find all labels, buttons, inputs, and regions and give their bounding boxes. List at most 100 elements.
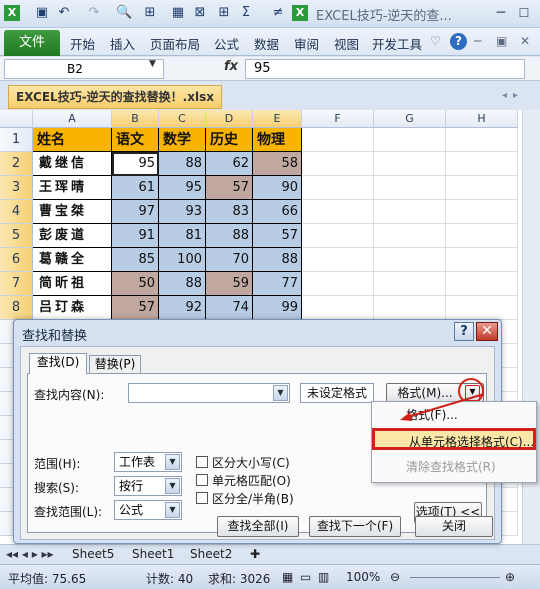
sheet-tab[interactable]: Sheet5 — [72, 546, 114, 563]
tab-find[interactable]: 查找(D) — [29, 353, 87, 374]
grid-cell[interactable] — [302, 176, 374, 200]
grid-cell[interactable] — [446, 176, 518, 200]
sort-icon[interactable]: ≠ — [270, 5, 286, 21]
sheet-nav-arrows-icon[interactable]: ◂◂ ◂ ▸ ▸▸ — [6, 546, 54, 563]
name-box[interactable]: B2 — [4, 59, 164, 79]
look-in-select[interactable]: 公式 ▼ — [114, 500, 182, 520]
grid-cell[interactable] — [374, 200, 446, 224]
table-cell[interactable]: 66 — [253, 200, 302, 224]
table-cell[interactable]: 83 — [206, 200, 253, 224]
grid-cell[interactable] — [446, 272, 518, 296]
zoom-level[interactable]: 100% — [346, 570, 380, 584]
column-header[interactable]: H — [446, 110, 518, 128]
grid-cell[interactable] — [446, 296, 518, 320]
chevron-down-icon[interactable]: ▼ — [273, 385, 288, 401]
table-cell[interactable]: 100 — [159, 248, 206, 272]
chevron-down-icon[interactable]: ▼ — [165, 478, 180, 494]
row-header[interactable]: 3 — [0, 176, 33, 200]
grid-cell[interactable] — [446, 200, 518, 224]
column-header[interactable]: B — [112, 110, 159, 128]
find-all-button[interactable]: 查找全部(I) — [217, 516, 299, 537]
fill-icon[interactable]: ⊠ — [192, 5, 208, 21]
tab-formulas[interactable]: 公式 — [214, 34, 239, 53]
table-cell[interactable]: 90 — [253, 176, 302, 200]
grid-cell[interactable] — [302, 200, 374, 224]
column-header[interactable]: A — [33, 110, 112, 128]
tab-home[interactable]: 开始 — [70, 34, 95, 53]
grid-cell[interactable] — [374, 248, 446, 272]
table-cell[interactable]: 戴继信 — [33, 152, 112, 176]
table-header-cell[interactable]: 语文 — [112, 128, 159, 152]
row-header[interactable]: 4 — [0, 200, 33, 224]
undo-icon[interactable]: ↶ — [56, 5, 72, 21]
table-cell[interactable]: 曹宝桀 — [33, 200, 112, 224]
column-header[interactable]: C — [159, 110, 206, 128]
table-cell[interactable]: 61 — [112, 176, 159, 200]
table-cell[interactable]: 88 — [159, 152, 206, 176]
table-cell[interactable]: 88 — [159, 272, 206, 296]
grid-cell[interactable] — [446, 128, 518, 152]
table-header-cell[interactable]: 历史 — [206, 128, 253, 152]
table-header-cell[interactable]: 姓名 — [33, 128, 112, 152]
formula-input[interactable]: 95 — [245, 59, 525, 79]
maximize-icon[interactable]: ☐ — [515, 4, 533, 22]
scope-select[interactable]: 工作表 ▼ — [114, 452, 182, 472]
column-header[interactable]: F — [302, 110, 374, 128]
tab-replace[interactable]: 替换(P) — [89, 355, 141, 373]
table-cell[interactable]: 57 — [206, 176, 253, 200]
page-break-view-icon[interactable]: ▥ — [318, 570, 329, 584]
sheet-tab[interactable]: Sheet1 — [132, 546, 174, 563]
chevron-down-icon[interactable]: ▼ — [165, 502, 180, 518]
print-preview-icon[interactable]: 🔍 — [116, 5, 132, 21]
zoom-out-icon[interactable]: ⊖ — [390, 570, 400, 584]
grid-cell[interactable] — [374, 128, 446, 152]
table-cell[interactable]: 吕玎森 — [33, 296, 112, 320]
workbook-tab[interactable]: EXCEL技巧-逆天的查找替换！.xlsx — [8, 85, 222, 109]
table-cell[interactable]: 简昕祖 — [33, 272, 112, 296]
calculator-icon[interactable]: ▦ — [170, 5, 186, 21]
chevron-down-icon[interactable]: ▼ — [149, 59, 156, 69]
match-case-checkbox[interactable] — [196, 456, 208, 468]
table-cell[interactable]: 57 — [112, 296, 159, 320]
search-select[interactable]: 按行 ▼ — [114, 476, 182, 496]
tab-developer[interactable]: 开发工具 — [372, 34, 422, 53]
table-cell[interactable]: 70 — [206, 248, 253, 272]
help-icon[interactable]: ? — [454, 322, 474, 341]
new-sheet-icon[interactable]: ✚ — [250, 546, 260, 563]
table-cell[interactable]: 王珲晴 — [33, 176, 112, 200]
column-header[interactable]: G — [374, 110, 446, 128]
minimize-icon[interactable]: ─ — [492, 4, 510, 22]
borders-icon[interactable]: ⊞ — [216, 5, 232, 21]
chevron-down-icon[interactable]: ▼ — [165, 454, 180, 470]
grid-cell[interactable] — [446, 224, 518, 248]
grid-cell[interactable] — [302, 152, 374, 176]
table-cell[interactable]: 74 — [206, 296, 253, 320]
find-next-button[interactable]: 查找下一个(F) — [309, 516, 401, 537]
table-cell[interactable]: 91 — [112, 224, 159, 248]
table-cell[interactable]: 99 — [253, 296, 302, 320]
row-header[interactable]: 1 — [0, 128, 33, 152]
find-what-input[interactable]: ▼ — [128, 383, 290, 403]
row-header[interactable]: 5 — [0, 224, 33, 248]
collapse-ribbon-icon[interactable]: ♡ — [430, 34, 441, 48]
match-width-checkbox[interactable] — [196, 492, 208, 504]
table-cell[interactable]: 85 — [112, 248, 159, 272]
grid-cell[interactable] — [446, 248, 518, 272]
menu-item-clear-find-format[interactable]: 清除查找格式(R) — [372, 456, 536, 478]
match-cell-checkbox[interactable] — [196, 474, 208, 486]
normal-view-icon[interactable]: ▦ — [282, 570, 293, 584]
close-workbook-icon[interactable]: ✕ — [520, 34, 530, 48]
table-cell[interactable]: 57 — [253, 224, 302, 248]
tab-file[interactable]: 文件 — [4, 30, 60, 56]
table-cell[interactable]: 97 — [112, 200, 159, 224]
table-cell[interactable]: 95 — [112, 152, 159, 176]
grid-cell[interactable] — [374, 224, 446, 248]
select-all-corner[interactable] — [0, 110, 33, 128]
zoom-slider[interactable] — [410, 577, 500, 578]
autosum-icon[interactable]: Σ — [238, 5, 254, 21]
table-cell[interactable]: 62 — [206, 152, 253, 176]
table-cell[interactable]: 葛赣全 — [33, 248, 112, 272]
restore-workbook-icon[interactable]: ▣ — [496, 34, 507, 48]
table-cell[interactable]: 彭废道 — [33, 224, 112, 248]
grid-cell[interactable] — [302, 128, 374, 152]
